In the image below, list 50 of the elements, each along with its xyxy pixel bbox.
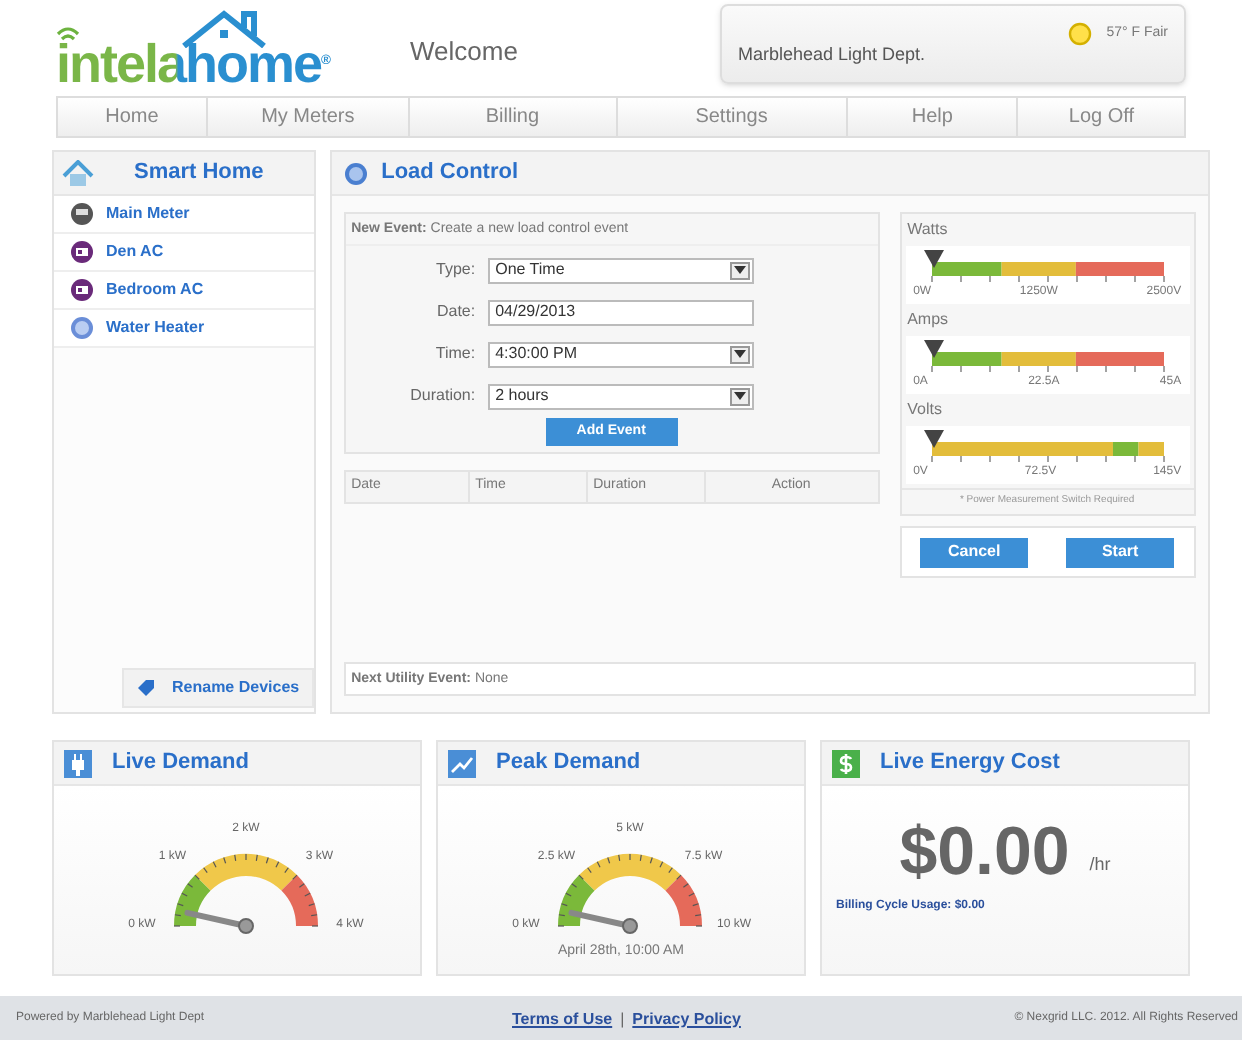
home-icon (62, 159, 94, 187)
nav-item[interactable]: My Meters (205, 98, 408, 136)
tank-icon (70, 316, 94, 340)
dropdown-arrow-icon (733, 266, 746, 274)
footer-link[interactable]: Privacy Policy (632, 1007, 741, 1031)
meter-marker-icon (923, 340, 944, 358)
cost-amount: $0.00 (899, 814, 1070, 890)
nav-item[interactable]: Log Off (1016, 98, 1185, 136)
footer-link[interactable]: Terms of Use (512, 1007, 613, 1031)
sidebar-title: Smart Home (134, 158, 264, 189)
tag-icon (136, 678, 156, 698)
rename-devices-link[interactable]: Rename Devices (122, 668, 314, 708)
field-label: Date: (434, 300, 476, 324)
meter-title: Watts (905, 218, 950, 242)
sun-icon (1066, 20, 1095, 48)
meter-title: Volts (905, 398, 944, 422)
card-title: Peak Demand (496, 748, 641, 779)
link-separator: | (620, 1007, 625, 1031)
select-field[interactable]: 2 hours (487, 383, 754, 409)
utility-name: Marblehead Light Dept. (738, 42, 926, 69)
select-field[interactable]: 4:30:00 PM (487, 341, 754, 367)
meter-marker-icon (923, 430, 944, 448)
input-field[interactable]: 04/29/2013 (487, 299, 754, 325)
nav-item[interactable]: Help (845, 98, 1017, 136)
cost-unit: /hr (1089, 851, 1111, 877)
globe-icon (343, 161, 368, 185)
wifi-icon (56, 24, 80, 44)
nav-item[interactable]: Home (58, 98, 206, 136)
action-button[interactable]: Start (1066, 537, 1175, 567)
device-icon (70, 278, 94, 302)
select-field[interactable]: One Time (487, 257, 754, 283)
meter-icon (70, 202, 94, 226)
panel-title: Load Control (381, 158, 519, 189)
meter-title: Amps (905, 308, 951, 332)
dollar-icon (832, 749, 860, 777)
welcome-text: Welcome (410, 34, 518, 70)
card-title: Live Energy Cost (880, 748, 1060, 779)
field-label: Type: (434, 258, 476, 282)
meter-marker-icon (923, 250, 944, 268)
card-title: Live Demand (112, 748, 249, 779)
field-label: Duration: (408, 384, 476, 408)
dropdown-arrow-icon (733, 392, 746, 400)
plug-icon (64, 749, 92, 777)
nav-item[interactable]: Billing (407, 98, 616, 136)
field-label: Time: (433, 342, 476, 366)
device-icon (70, 240, 94, 264)
nav-item[interactable]: Settings (615, 98, 846, 136)
action-button[interactable]: Cancel (920, 537, 1029, 567)
trend-icon (448, 749, 476, 777)
dropdown-arrow-icon (733, 350, 746, 358)
